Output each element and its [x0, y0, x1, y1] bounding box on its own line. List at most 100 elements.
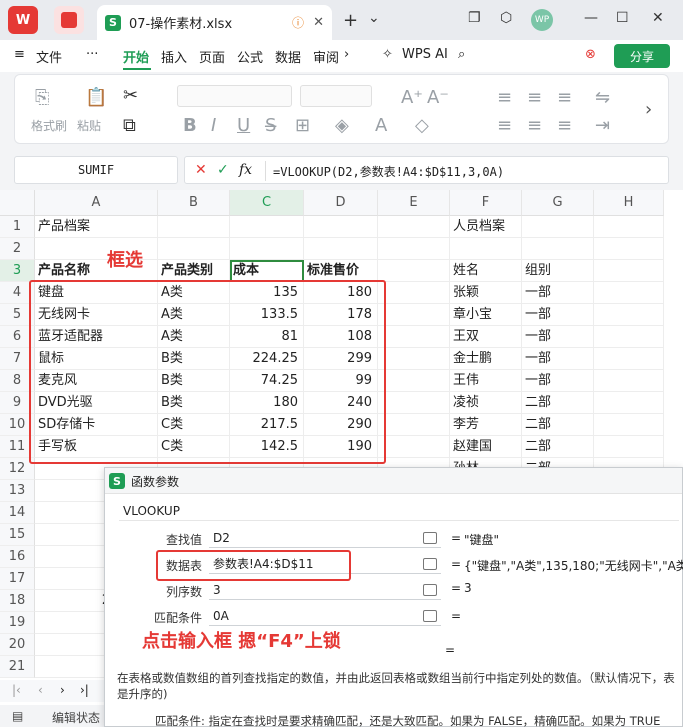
- cell[interactable]: [304, 238, 378, 260]
- next-sheet-icon[interactable]: ›: [60, 683, 65, 697]
- formula-bar[interactable]: ✕ ✓ fx =VLOOKUP(D2,参数表!A4:$D$11,3,0A): [184, 156, 669, 184]
- row-header-14[interactable]: 14: [0, 502, 35, 524]
- cell[interactable]: [304, 216, 378, 238]
- wps-logo-icon[interactable]: W: [8, 6, 38, 34]
- menu-home[interactable]: 开始: [123, 47, 149, 66]
- cell[interactable]: [594, 370, 664, 392]
- staff-cell[interactable]: 凌祯: [450, 392, 522, 414]
- align-top-icon[interactable]: ≡: [497, 87, 512, 108]
- staff-cell[interactable]: 二部: [522, 392, 594, 414]
- arg-input-match[interactable]: 0A: [209, 606, 441, 626]
- cell[interactable]: [378, 370, 450, 392]
- menu-file[interactable]: 文件: [36, 47, 62, 66]
- close-window-icon[interactable]: ✕: [652, 10, 664, 26]
- cube-icon[interactable]: ⬡: [500, 10, 512, 26]
- first-sheet-icon[interactable]: |‹: [12, 683, 21, 697]
- name-box[interactable]: SUMIF: [14, 156, 178, 184]
- row-header-16[interactable]: 16: [0, 546, 35, 568]
- staff-cell[interactable]: 一部: [522, 282, 594, 304]
- staff-column-title[interactable]: 姓名: [450, 260, 522, 282]
- staff-cell[interactable]: 赵建国: [450, 436, 522, 458]
- staff-cell[interactable]: 张颖: [450, 282, 522, 304]
- cell[interactable]: [158, 216, 230, 238]
- row-header-1[interactable]: 1: [0, 216, 35, 238]
- search-icon[interactable]: ⌕: [458, 47, 465, 62]
- copy-icon[interactable]: ⧉: [123, 115, 136, 136]
- cell[interactable]: [378, 414, 450, 436]
- column-header-b[interactable]: B: [158, 190, 230, 216]
- row-header-13[interactable]: 13: [0, 480, 35, 502]
- menu-more[interactable]: ···: [86, 47, 98, 62]
- ribbon-scroll-right-icon[interactable]: ›: [645, 99, 652, 120]
- row-header-17[interactable]: 17: [0, 568, 35, 590]
- paste-icon[interactable]: 📋: [85, 87, 107, 108]
- cancel-icon[interactable]: ✕: [195, 162, 207, 178]
- cell[interactable]: [594, 282, 664, 304]
- row-header-2[interactable]: 2: [0, 238, 35, 260]
- cell[interactable]: [594, 436, 664, 458]
- chevron-right-icon[interactable]: ›: [344, 47, 349, 62]
- maximize-icon[interactable]: ☐: [616, 10, 629, 26]
- staff-cell[interactable]: 王伟: [450, 370, 522, 392]
- cell[interactable]: [378, 260, 450, 282]
- pdf-icon[interactable]: [54, 6, 84, 34]
- menu-review[interactable]: 审阅: [313, 47, 339, 66]
- column-header-h[interactable]: H: [594, 190, 664, 216]
- select-all-corner[interactable]: [0, 190, 35, 216]
- column-header-d[interactable]: D: [304, 190, 378, 216]
- wps-ai-icon[interactable]: ✧: [382, 47, 393, 62]
- cell[interactable]: [594, 326, 664, 348]
- column-header-c[interactable]: C: [230, 190, 304, 216]
- cell[interactable]: [522, 216, 594, 238]
- staff-cell[interactable]: 王双: [450, 326, 522, 348]
- staff-archive-title[interactable]: 人员档案: [450, 216, 522, 238]
- align-right-icon[interactable]: ≡: [557, 115, 572, 136]
- cell[interactable]: [158, 238, 230, 260]
- new-tab-button[interactable]: +: [343, 10, 358, 31]
- row-header-18[interactable]: 18: [0, 590, 35, 612]
- italic-icon[interactable]: I: [211, 115, 216, 136]
- row-header-3[interactable]: 3: [0, 260, 35, 282]
- range-picker-icon[interactable]: [423, 532, 437, 544]
- range-picker-icon[interactable]: [423, 610, 437, 622]
- increase-font-icon[interactable]: A⁺: [401, 87, 423, 108]
- cell[interactable]: [594, 414, 664, 436]
- prev-sheet-icon[interactable]: ‹: [38, 683, 43, 697]
- avatar[interactable]: WP: [531, 9, 553, 31]
- fx-icon[interactable]: fx: [239, 162, 252, 178]
- indent-icon[interactable]: ⇥: [595, 115, 610, 136]
- staff-cell[interactable]: 一部: [522, 370, 594, 392]
- cell[interactable]: [594, 216, 664, 238]
- menu-page[interactable]: 页面: [199, 47, 225, 66]
- staff-cell[interactable]: 一部: [522, 304, 594, 326]
- cell[interactable]: [378, 436, 450, 458]
- wrap-text-icon[interactable]: ⇋: [595, 87, 610, 108]
- stop-sync-icon[interactable]: ⊗: [585, 47, 596, 62]
- cell[interactable]: [230, 238, 304, 260]
- cut-icon[interactable]: ✂: [123, 85, 138, 106]
- cell[interactable]: [522, 238, 594, 260]
- staff-cell[interactable]: 李芳: [450, 414, 522, 436]
- column-title[interactable]: 产品类别: [158, 260, 230, 282]
- menu-insert[interactable]: 插入: [161, 47, 187, 66]
- column-header-f[interactable]: F: [450, 190, 522, 216]
- align-left-icon[interactable]: ≡: [497, 115, 512, 136]
- cell[interactable]: [594, 348, 664, 370]
- arg-input-lookup[interactable]: D2: [209, 528, 441, 548]
- staff-cell[interactable]: 二部: [522, 414, 594, 436]
- staff-cell[interactable]: 一部: [522, 348, 594, 370]
- formula-text[interactable]: =VLOOKUP(D2,参数表!A4:$D$11,3,0A): [273, 163, 504, 180]
- underline-icon[interactable]: U: [237, 115, 250, 136]
- fill-color-icon[interactable]: ◈: [335, 115, 349, 136]
- menu-formula[interactable]: 公式: [237, 47, 263, 66]
- cell[interactable]: [378, 282, 450, 304]
- minimize-icon[interactable]: —: [584, 10, 598, 26]
- tab-document[interactable]: S 07-操作素材.xlsx ⓘ ✕: [97, 5, 332, 40]
- decrease-font-icon[interactable]: A⁻: [427, 87, 449, 108]
- cell[interactable]: [378, 392, 450, 414]
- menu-data[interactable]: 数据: [275, 47, 301, 66]
- arg-input-column[interactable]: 3: [209, 580, 441, 600]
- align-middle-icon[interactable]: ≡: [527, 87, 542, 108]
- cell[interactable]: [594, 392, 664, 414]
- align-center-icon[interactable]: ≡: [527, 115, 542, 136]
